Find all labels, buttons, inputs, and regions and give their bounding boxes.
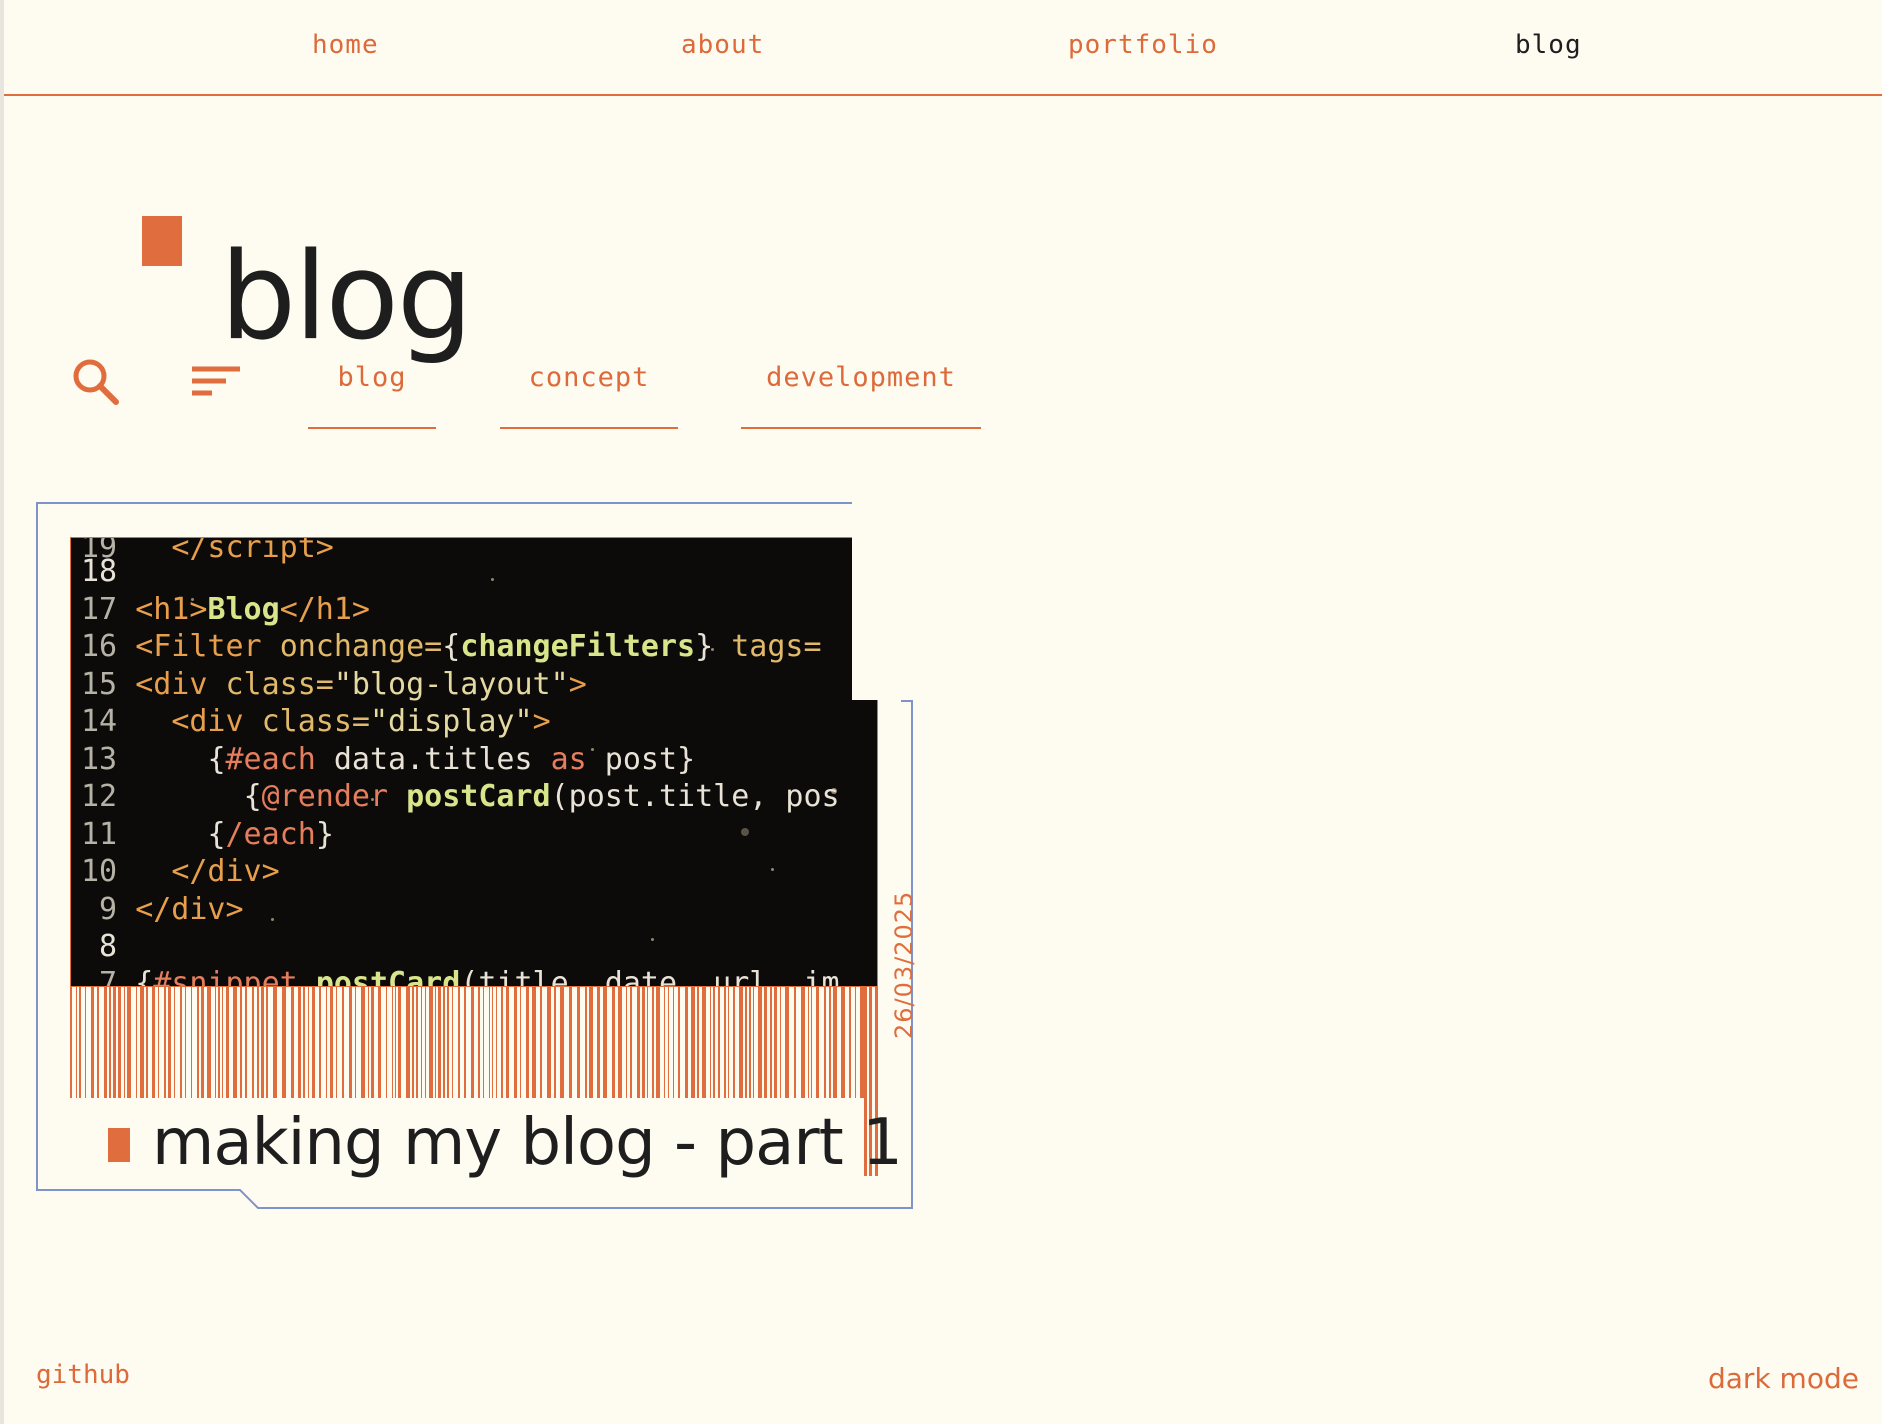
github-link[interactable]: github xyxy=(36,1360,130,1390)
code-line: 9 </div> xyxy=(81,892,244,927)
nav-portfolio[interactable]: portfolio xyxy=(1068,30,1218,60)
post-title: making my blog - part 1 xyxy=(152,1106,903,1180)
post-thumbnail: 19 </script> 18 17 <h1>Blog</h1> 16 <Fil… xyxy=(70,537,878,987)
code-line: 18 xyxy=(81,554,118,589)
filter-tag-concept[interactable]: concept xyxy=(500,362,678,429)
page-left-edge xyxy=(0,0,4,1424)
code-line: 17 <h1>Blog</h1> xyxy=(81,592,370,627)
filter-tag-blog[interactable]: blog xyxy=(308,362,436,429)
nav-blog[interactable]: blog xyxy=(1515,30,1582,60)
post-card[interactable]: 19 </script> 18 17 <h1>Blog</h1> 16 <Fil… xyxy=(36,502,918,1212)
page-title: blog xyxy=(220,228,473,368)
search-icon[interactable] xyxy=(70,356,122,413)
dark-mode-toggle[interactable]: dark mode xyxy=(1708,1362,1859,1395)
code-line: 16 <Filter onchange={changeFilters} tags… xyxy=(81,629,822,664)
code-line: 8 xyxy=(81,929,118,964)
title-square-icon xyxy=(142,216,182,266)
code-line: 15 <div class="blog-layout"> xyxy=(81,667,587,702)
post-date: 26/03/2025 xyxy=(890,890,918,1039)
nav-about[interactable]: about xyxy=(681,30,764,60)
code-line: 13 {#each data.titles as post} xyxy=(81,742,696,777)
top-nav: home about portfolio blog xyxy=(4,0,1882,96)
sort-icon[interactable] xyxy=(190,364,242,405)
code-line: 11 {/each} xyxy=(81,817,334,852)
nav-home[interactable]: home xyxy=(312,30,379,60)
card-notch xyxy=(852,502,912,700)
card-title-square-icon xyxy=(108,1128,130,1162)
code-line: 12 {@render postCard(post.title, pos xyxy=(81,779,840,814)
code-line: 10 </div> xyxy=(81,854,280,889)
code-line: 14 <div class="display"> xyxy=(81,704,551,739)
filter-tag-development[interactable]: development xyxy=(741,362,981,429)
